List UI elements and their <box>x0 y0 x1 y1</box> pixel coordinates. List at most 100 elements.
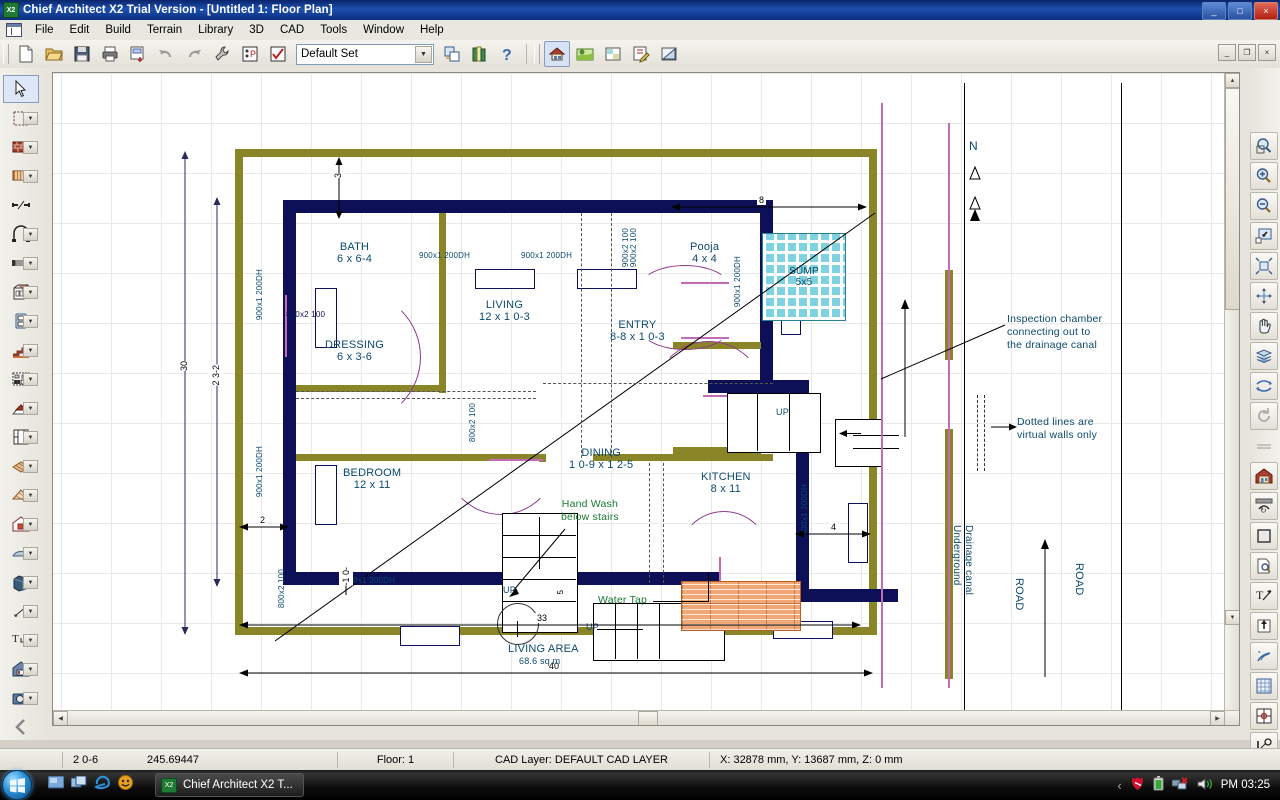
save-plan-icon[interactable] <box>69 41 95 67</box>
electrical-dropdown-icon[interactable]: ▼ <box>23 315 38 328</box>
text-dropdown-icon[interactable]: ▼ <box>23 634 38 647</box>
vertical-scrollbar[interactable]: ▲ ▼ <box>1224 73 1239 726</box>
library-browser-icon[interactable] <box>467 41 493 67</box>
plan-defaults-icon[interactable]: P <box>237 41 263 67</box>
mdi-close-button[interactable]: × <box>1258 44 1276 61</box>
break-wall-icon[interactable] <box>3 191 39 219</box>
layers-icon[interactable] <box>1250 342 1278 370</box>
zoom-in-icon[interactable] <box>1250 162 1278 190</box>
floor-plan-canvas[interactable]: SUMP 5x5 <box>52 72 1240 726</box>
new-plan-icon[interactable] <box>13 41 39 67</box>
menu-build[interactable]: Build <box>97 22 139 38</box>
menu-help[interactable]: Help <box>412 22 452 38</box>
refresh-display-icon[interactable] <box>1250 402 1278 430</box>
elevation-dropdown-icon[interactable]: ▼ <box>23 663 38 676</box>
rotate-view-icon[interactable]: ↻ <box>1250 492 1278 520</box>
mdi-minimize-button[interactable]: _ <box>1218 44 1236 61</box>
roof-dropdown-icon[interactable]: ▼ <box>23 402 38 415</box>
mdi-restore-button[interactable]: ❐ <box>1238 44 1256 61</box>
menu-terrain[interactable]: Terrain <box>139 22 190 38</box>
antivirus-shield-icon[interactable] <box>1130 776 1145 794</box>
window-dropdown-icon[interactable]: ▼ <box>23 257 38 270</box>
open-plan-icon[interactable] <box>41 41 67 67</box>
dimension-dropdown-icon[interactable]: ▼ <box>23 605 38 618</box>
print-icon[interactable] <box>97 41 123 67</box>
messenger-icon[interactable] <box>118 775 133 795</box>
toolbar-grip[interactable] <box>3 44 9 64</box>
switch-window-icon[interactable] <box>71 776 87 795</box>
menu-file[interactable]: File <box>27 22 62 38</box>
show-desktop-icon[interactable] <box>48 776 64 795</box>
volume-icon[interactable] <box>1197 777 1213 794</box>
railing-dropdown-icon[interactable]: ▼ <box>23 170 38 183</box>
opening-dropdown-icon[interactable]: ▼ <box>23 228 38 241</box>
cross-section-icon[interactable] <box>656 41 682 67</box>
zoom-extents-icon[interactable] <box>1250 282 1278 310</box>
floor-dropdown-icon[interactable]: ▼ <box>23 460 38 473</box>
zoom-out-icon[interactable] <box>1250 192 1278 220</box>
select-objects-icon[interactable] <box>3 75 39 103</box>
fill-window-building-icon[interactable] <box>1250 252 1278 280</box>
room-dropdown-icon[interactable]: ▼ <box>23 112 38 125</box>
fill-style-icon[interactable] <box>1250 522 1278 550</box>
fixture-dropdown-icon[interactable]: ▼ <box>23 373 38 386</box>
menu-cad[interactable]: CAD <box>272 22 312 38</box>
scroll-up-button[interactable]: ▲ <box>1225 73 1240 88</box>
menu-tools[interactable]: Tools <box>312 22 355 38</box>
network-disconnected-icon[interactable] <box>1172 777 1189 794</box>
scroll-down-button[interactable]: ▼ <box>1225 610 1240 625</box>
redo-icon[interactable] <box>181 41 207 67</box>
horizontal-scroll-thumb[interactable] <box>638 711 658 726</box>
maximize-button[interactable]: □ <box>1228 2 1252 20</box>
snap-grid-icon[interactable] <box>1250 702 1278 730</box>
scroll-left-button[interactable]: ◀ <box>53 711 68 726</box>
taskbar-button-chief-architect[interactable]: X2 Chief Architect X2 T... <box>155 773 304 797</box>
preferences-wrench-icon[interactable] <box>209 41 235 67</box>
battery-icon[interactable] <box>1153 776 1164 794</box>
menu-library[interactable]: Library <box>190 22 241 38</box>
print-preview-icon[interactable] <box>125 41 151 67</box>
check-settings-icon[interactable] <box>265 41 291 67</box>
close-button[interactable]: × <box>1254 2 1278 20</box>
start-orb-icon[interactable] <box>2 770 32 800</box>
plan-check-icon[interactable] <box>628 41 654 67</box>
wall-dropdown-icon[interactable]: ▼ <box>23 141 38 154</box>
fill-window-icon[interactable] <box>1250 222 1278 250</box>
terrain-dropdown-icon[interactable]: ▼ <box>23 547 38 560</box>
help-icon[interactable]: ? <box>495 41 521 67</box>
material-list-icon[interactable] <box>600 41 626 67</box>
house-view-icon[interactable] <box>1250 462 1278 490</box>
cabinet-dropdown-icon[interactable]: ▼ <box>23 286 38 299</box>
menu-window[interactable]: Window <box>355 22 412 38</box>
camera-dropdown-icon[interactable]: ▼ <box>23 692 38 705</box>
solid-dropdown-icon[interactable]: ▼ <box>23 576 38 589</box>
chevron-down-icon[interactable]: ▼ <box>415 46 432 63</box>
foundation-dropdown-icon[interactable]: ▼ <box>23 518 38 531</box>
zoom-window-icon[interactable] <box>1250 132 1278 160</box>
internet-explorer-icon[interactable] <box>94 775 111 796</box>
terrain-view-icon[interactable] <box>572 41 598 67</box>
vertical-scroll-thumb[interactable] <box>1225 88 1240 310</box>
scroll-right-button[interactable]: ▶ <box>1210 711 1225 726</box>
undo-icon[interactable] <box>153 41 179 67</box>
text-line-icon[interactable]: T <box>1250 582 1278 610</box>
camera-perspective-icon[interactable] <box>544 41 570 67</box>
show-hidden-icons-icon[interactable]: ‹ <box>1117 778 1121 793</box>
framing-dropdown-icon[interactable]: ▼ <box>23 431 38 444</box>
horizontal-scrollbar[interactable]: ◀ ▶ <box>53 710 1239 725</box>
stairs-dropdown-icon[interactable]: ▼ <box>23 344 38 357</box>
send-to-layout-icon[interactable] <box>1250 612 1278 640</box>
minimize-button[interactable]: _ <box>1202 2 1226 20</box>
previous-chevron-icon[interactable] <box>3 713 39 741</box>
document-system-menu-icon[interactable] <box>6 23 22 37</box>
taskbar-clock[interactable]: PM 03:25 <box>1221 779 1270 791</box>
reference-grid-icon[interactable] <box>1250 672 1278 700</box>
curve-tool-icon[interactable] <box>1250 642 1278 670</box>
print-preview-page-icon[interactable] <box>1250 552 1278 580</box>
menu-edit[interactable]: Edit <box>62 22 98 38</box>
edit-area-icon[interactable] <box>439 41 465 67</box>
menu-3d[interactable]: 3D <box>241 22 272 38</box>
pan-hand-icon[interactable] <box>1250 312 1278 340</box>
swap-layers-icon[interactable] <box>1250 372 1278 400</box>
default-set-combo[interactable]: Default Set ▼ <box>296 44 434 65</box>
